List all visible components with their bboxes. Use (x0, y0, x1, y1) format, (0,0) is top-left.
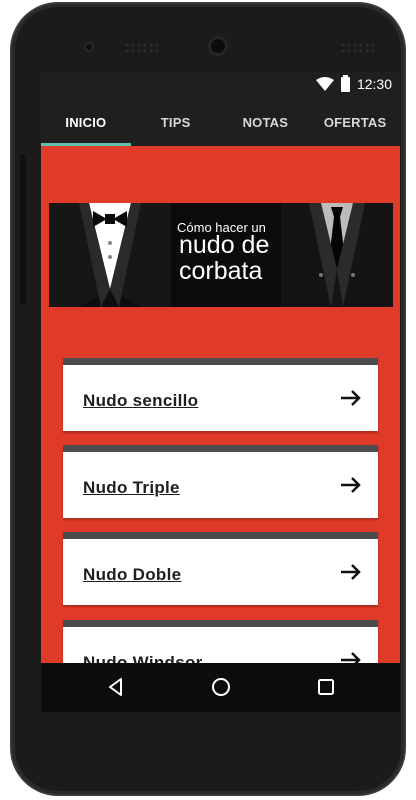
banner-line-3: corbata (179, 257, 263, 285)
list-item-nudo-doble[interactable]: Nudo Doble (63, 532, 378, 605)
list-item-label: Nudo Triple (83, 478, 180, 497)
status-time: 12:30 (356, 76, 392, 92)
phone-frame: 12:30 INICIO TIPS NOTAS OFERTAS Cómo hac… (12, 4, 404, 794)
earpiece-icon (208, 36, 228, 56)
banner-title: Cómo hacer un nudo de corbata (171, 203, 281, 307)
tab-bar: INICIO TIPS NOTAS OFERTAS (41, 98, 400, 146)
tab-notas[interactable]: NOTAS (221, 98, 311, 146)
list-item-label: Nudo Windsor (83, 653, 203, 663)
list-item-nudo-triple[interactable]: Nudo Triple (63, 445, 378, 518)
arrow-right-icon (341, 652, 361, 663)
main-content[interactable]: Cómo hacer un nudo de corbata Nudo senci… (41, 146, 400, 663)
tuxedo-illustration (49, 203, 171, 307)
banner-line-2: nudo de (179, 231, 270, 259)
status-bar: 12:30 (41, 72, 400, 98)
volume-button (20, 154, 26, 304)
tab-inicio[interactable]: INICIO (41, 98, 131, 146)
arrow-right-icon (341, 390, 361, 406)
header-banner: Cómo hacer un nudo de corbata (49, 203, 393, 307)
home-icon[interactable] (209, 675, 233, 699)
battery-icon (340, 74, 350, 92)
tie-suit-illustration (281, 203, 393, 307)
screen: 12:30 INICIO TIPS NOTAS OFERTAS Cómo hac… (41, 72, 400, 712)
status-icons: 12:30 (315, 74, 392, 92)
arrow-right-icon (341, 477, 361, 493)
back-icon[interactable] (104, 675, 128, 699)
speaker-grille-right (340, 42, 376, 54)
speaker-grille-left (124, 42, 160, 54)
navigation-bar (41, 663, 400, 712)
list-item-label: Nudo sencillo (83, 391, 199, 410)
recents-icon[interactable] (314, 675, 338, 699)
wifi-icon (315, 77, 334, 91)
tab-ofertas[interactable]: OFERTAS (310, 98, 400, 146)
list-item-nudo-sencillo[interactable]: Nudo sencillo (63, 358, 378, 431)
list-item-label: Nudo Doble (83, 565, 182, 584)
arrow-right-icon (341, 564, 361, 580)
tab-tips[interactable]: TIPS (131, 98, 221, 146)
list-item-nudo-windsor[interactable]: Nudo Windsor (63, 620, 378, 663)
front-camera-icon (84, 42, 94, 52)
